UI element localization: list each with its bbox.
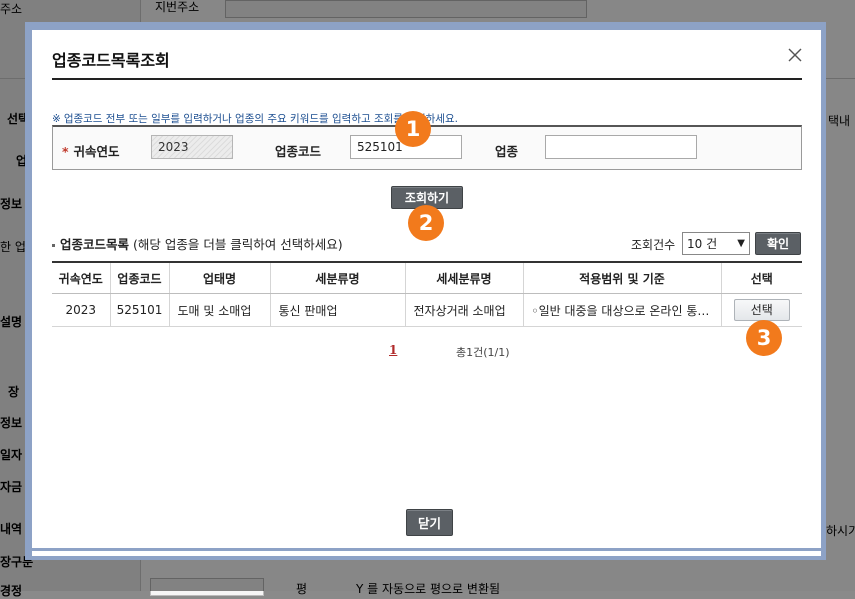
industry-name-input[interactable] xyxy=(545,135,697,159)
count-select[interactable]: 10 건 ▼ xyxy=(682,232,750,255)
cell-business-type: 도매 및 소매업 xyxy=(168,293,270,327)
list-subtitle: (해당 업종을 더블 클릭하여 선택하세요) xyxy=(133,237,343,252)
cell-scope: ◦일반 대중을 대상으로 온라인 통신망을 통하여 xyxy=(522,293,721,327)
step-badge-1: 1 xyxy=(395,111,431,147)
title-divider xyxy=(52,78,802,80)
year-label-text: 귀속연도 xyxy=(73,144,120,159)
confirm-button[interactable]: 확인 xyxy=(755,232,801,255)
industry-label: 업종 xyxy=(495,144,519,159)
table-header-row: 귀속연도 업종코드 업태명 세분류명 세세분류명 적용범위 및 기준 선택 xyxy=(52,261,802,294)
step-badge-2: 2 xyxy=(408,205,444,241)
step-badge-3: 3 xyxy=(746,320,782,356)
cell-detail-class: 전자상거래 소매업 xyxy=(404,293,523,327)
count-label: 조회건수 xyxy=(631,238,676,252)
col-header-code: 업종코드 xyxy=(109,261,169,294)
list-heading: 업종코드목록 (해당 업종을 더블 클릭하여 선택하세요) xyxy=(52,234,343,253)
close-button[interactable]: 닫기 xyxy=(406,509,453,536)
list-title: 업종코드목록 xyxy=(60,237,130,252)
cell-year: 2023 xyxy=(52,293,110,327)
modal-title: 업종코드목록조회 xyxy=(52,51,170,70)
year-field: 2023 xyxy=(151,135,233,159)
code-label: 업종코드 xyxy=(275,144,322,159)
col-header-year: 귀속연도 xyxy=(52,261,110,294)
required-mark: * xyxy=(62,144,69,159)
select-button[interactable]: 선택 xyxy=(733,299,790,321)
hint-mark: ※ xyxy=(52,113,61,125)
col-header-detail-class: 세세분류명 xyxy=(404,261,523,294)
pager-page-1[interactable]: 1 xyxy=(389,343,397,357)
table-row[interactable]: 2023 525101 도매 및 소매업 통신 판매업 전자상거래 소매업 ◦일… xyxy=(52,293,802,327)
col-header-business-type: 업태명 xyxy=(168,261,270,294)
col-header-scope: 적용범위 및 기준 xyxy=(522,261,721,294)
col-header-sub-class: 세분류명 xyxy=(269,261,405,294)
industry-code-modal: 업종코드목록조회 ※ 업종코드 전부 또는 일부를 입력하거나 업종의 주요 키워… xyxy=(32,30,821,548)
industry-code-table: 귀속연도 업종코드 업태명 세분류명 세세분류명 적용범위 및 기준 선택 20… xyxy=(52,261,802,327)
close-icon[interactable] xyxy=(786,46,804,64)
col-header-select: 선택 xyxy=(720,261,802,294)
pager-total: 총1건(1/1) xyxy=(456,346,510,359)
modal-bottom-bar xyxy=(32,551,821,556)
cell-code: 525101 xyxy=(109,293,169,327)
year-label: * 귀속연도 xyxy=(62,141,120,160)
chevron-down-icon: ▼ xyxy=(737,238,745,249)
count-value: 10 건 xyxy=(687,237,718,251)
cell-sub-class: 통신 판매업 xyxy=(269,293,405,327)
bullet xyxy=(52,244,55,247)
